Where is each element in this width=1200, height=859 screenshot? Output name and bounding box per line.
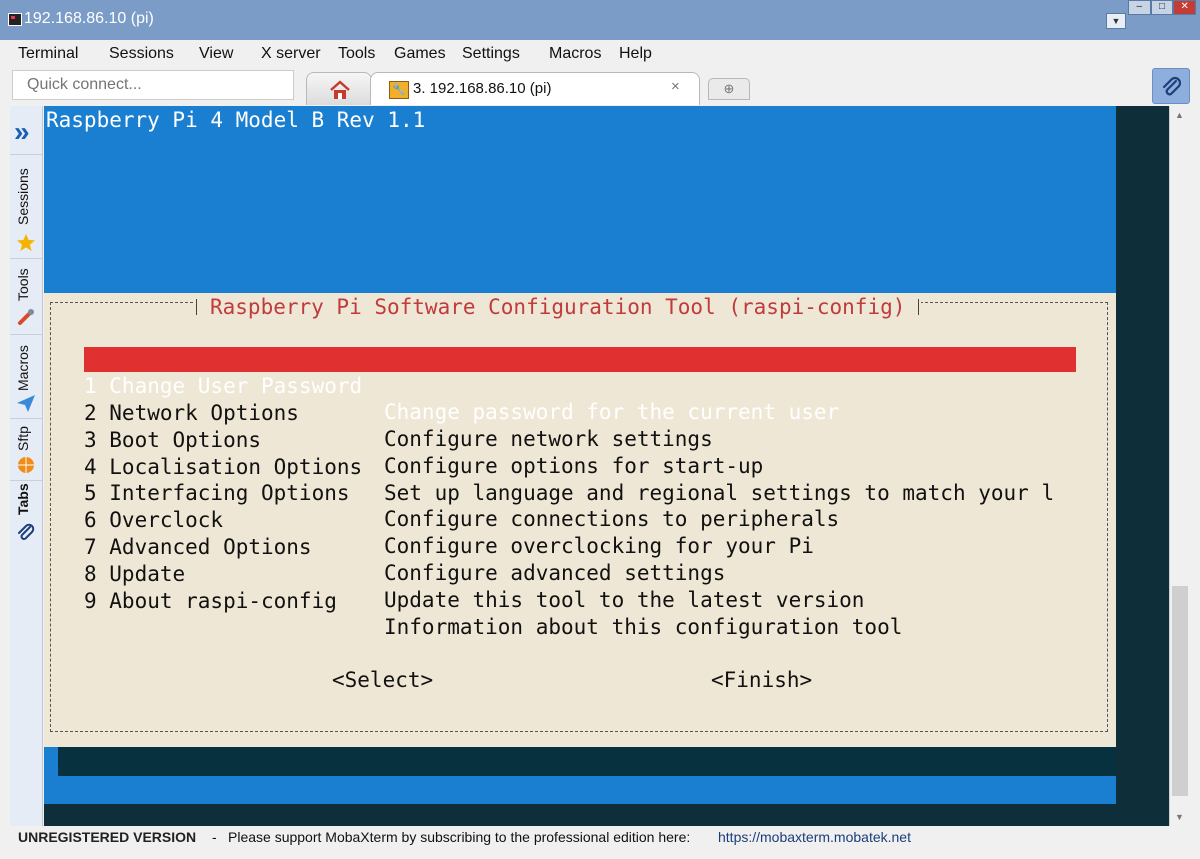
option-description: Configure advanced settings: [384, 561, 726, 585]
sidebar-tab-macros[interactable]: Macros: [10, 334, 42, 419]
tab-close-icon[interactable]: ×: [671, 78, 680, 95]
sidebar-tab-sftp[interactable]: Sftp: [10, 418, 42, 481]
menu-bar: Terminal Sessions View X server Tools Ga…: [0, 40, 1200, 68]
menu-option-row[interactable]: 3 Boot Options Configure options for sta…: [84, 401, 763, 478]
menu-option-row[interactable]: 1 Change User Password Change password f…: [84, 347, 1076, 424]
raspi-config-dialog: Raspberry Pi Software Configuration Tool…: [44, 293, 1116, 747]
scroll-up-icon[interactable]: ▲: [1175, 110, 1184, 120]
terminal-scrollbar[interactable]: ▲ ▼: [1169, 106, 1190, 826]
menu-help[interactable]: Help: [619, 45, 652, 63]
menu-tools[interactable]: Tools: [338, 45, 375, 63]
globe-icon: [18, 457, 34, 473]
menu-option-row[interactable]: 2 Network Options Configure network sett…: [84, 374, 713, 451]
menu-terminal[interactable]: Terminal: [18, 45, 78, 63]
sidebar-tab-tools[interactable]: Tools: [10, 258, 42, 335]
option-description: Information about this configuration too…: [384, 615, 903, 639]
window-controls: – □ ✕: [1128, 0, 1197, 15]
menu-option-row[interactable]: 8 Update Update this tool to the latest …: [84, 535, 864, 612]
menu-option-row[interactable]: 7 Advanced Options Configure advanced se…: [84, 508, 725, 585]
sidebar-tab-label: Sessions: [15, 168, 31, 225]
select-button[interactable]: <Select>: [332, 668, 433, 692]
close-button[interactable]: ✕: [1173, 0, 1197, 15]
window-menu-button[interactable]: ▼: [1106, 13, 1126, 29]
option-description: Configure overclocking for your Pi: [384, 534, 814, 558]
paperclip-icon: [1162, 76, 1182, 96]
scroll-down-icon[interactable]: ▼: [1175, 812, 1184, 822]
quick-connect-input[interactable]: [12, 70, 294, 100]
menu-x-server[interactable]: X server: [261, 45, 321, 63]
session-tab-label: 3. 192.168.86.10 (pi): [413, 80, 552, 97]
title-bar: 192.168.86.10 (pi) ▼ – □ ✕: [0, 0, 1200, 40]
send-icon: [17, 395, 35, 412]
sidebar-tab-label: Tools: [15, 268, 31, 301]
side-panel: » Sessions Tools Macros Sftp Tabs: [10, 106, 43, 826]
option-description: Change password for the current user: [384, 400, 840, 424]
menu-view[interactable]: View: [199, 45, 233, 63]
new-tab-button[interactable]: ⊕: [708, 78, 750, 100]
option-label: 9 About raspi-config: [84, 589, 337, 613]
menu-sessions[interactable]: Sessions: [109, 45, 174, 63]
sidebar-tab-label: Tabs: [15, 483, 31, 515]
expand-sidebar-icon[interactable]: »: [14, 118, 30, 146]
menu-option-row[interactable]: 4 Localisation Options Set up language a…: [84, 428, 1054, 505]
status-separator: -: [212, 829, 217, 845]
maximize-button[interactable]: □: [1150, 0, 1174, 15]
menu-option-row[interactable]: 9 About raspi-config Information about t…: [84, 562, 902, 639]
window-title: 192.168.86.10 (pi): [24, 10, 154, 27]
menu-macros[interactable]: Macros: [549, 45, 601, 63]
option-description: Configure connections to peripherals: [384, 507, 840, 531]
menu-settings[interactable]: Settings: [462, 45, 520, 63]
terminal-host-line: Raspberry Pi 4 Model B Rev 1.1: [46, 108, 426, 132]
finish-button[interactable]: <Finish>: [711, 668, 812, 692]
dialog-title: Raspberry Pi Software Configuration Tool…: [194, 293, 922, 319]
menu-games[interactable]: Games: [394, 45, 446, 63]
paperclip-icon: [18, 523, 35, 540]
option-description: Configure options for start-up: [384, 454, 764, 478]
terminal-area[interactable]: Raspberry Pi 4 Model B Rev 1.1 Raspberry…: [44, 106, 1169, 826]
mobaxterm-link[interactable]: https://mobaxterm.mobatek.net: [718, 826, 911, 848]
unregistered-label: UNREGISTERED VERSION: [18, 829, 197, 845]
option-description: Update this tool to the latest version: [384, 588, 865, 612]
session-tab[interactable]: 🔧 3. 192.168.86.10 (pi) ×: [370, 72, 700, 105]
support-message: Please support MobaXterm by subscribing …: [228, 829, 691, 845]
option-description: Configure network settings: [384, 427, 713, 451]
sidebar-tab-tabs[interactable]: Tabs: [10, 480, 42, 553]
home-tab[interactable]: [306, 72, 372, 105]
home-icon: [330, 80, 350, 99]
sidebar-tab-label: Sftp: [15, 426, 31, 451]
menu-option-row[interactable]: 6 Overclock Configure overclocking for y…: [84, 481, 814, 558]
sidebar-tab-sessions[interactable]: Sessions: [10, 154, 42, 259]
scrollbar-thumb[interactable]: [1172, 586, 1188, 796]
tab-row: 🔧 3. 192.168.86.10 (pi) × ⊕: [0, 68, 1200, 106]
sidebar-tab-label: Macros: [15, 345, 31, 391]
status-bar: UNREGISTERED VERSION - Please support Mo…: [0, 826, 1200, 859]
attach-button[interactable]: [1152, 68, 1190, 104]
minimize-button[interactable]: –: [1128, 0, 1151, 15]
app-icon: [8, 13, 22, 26]
option-description: Set up language and regional settings to…: [384, 481, 1055, 505]
menu-option-row[interactable]: 5 Interfacing Options Configure connecti…: [84, 454, 839, 531]
tools-icon: [18, 309, 34, 325]
star-icon: [17, 234, 35, 251]
ssh-session-icon: 🔧: [389, 81, 409, 99]
